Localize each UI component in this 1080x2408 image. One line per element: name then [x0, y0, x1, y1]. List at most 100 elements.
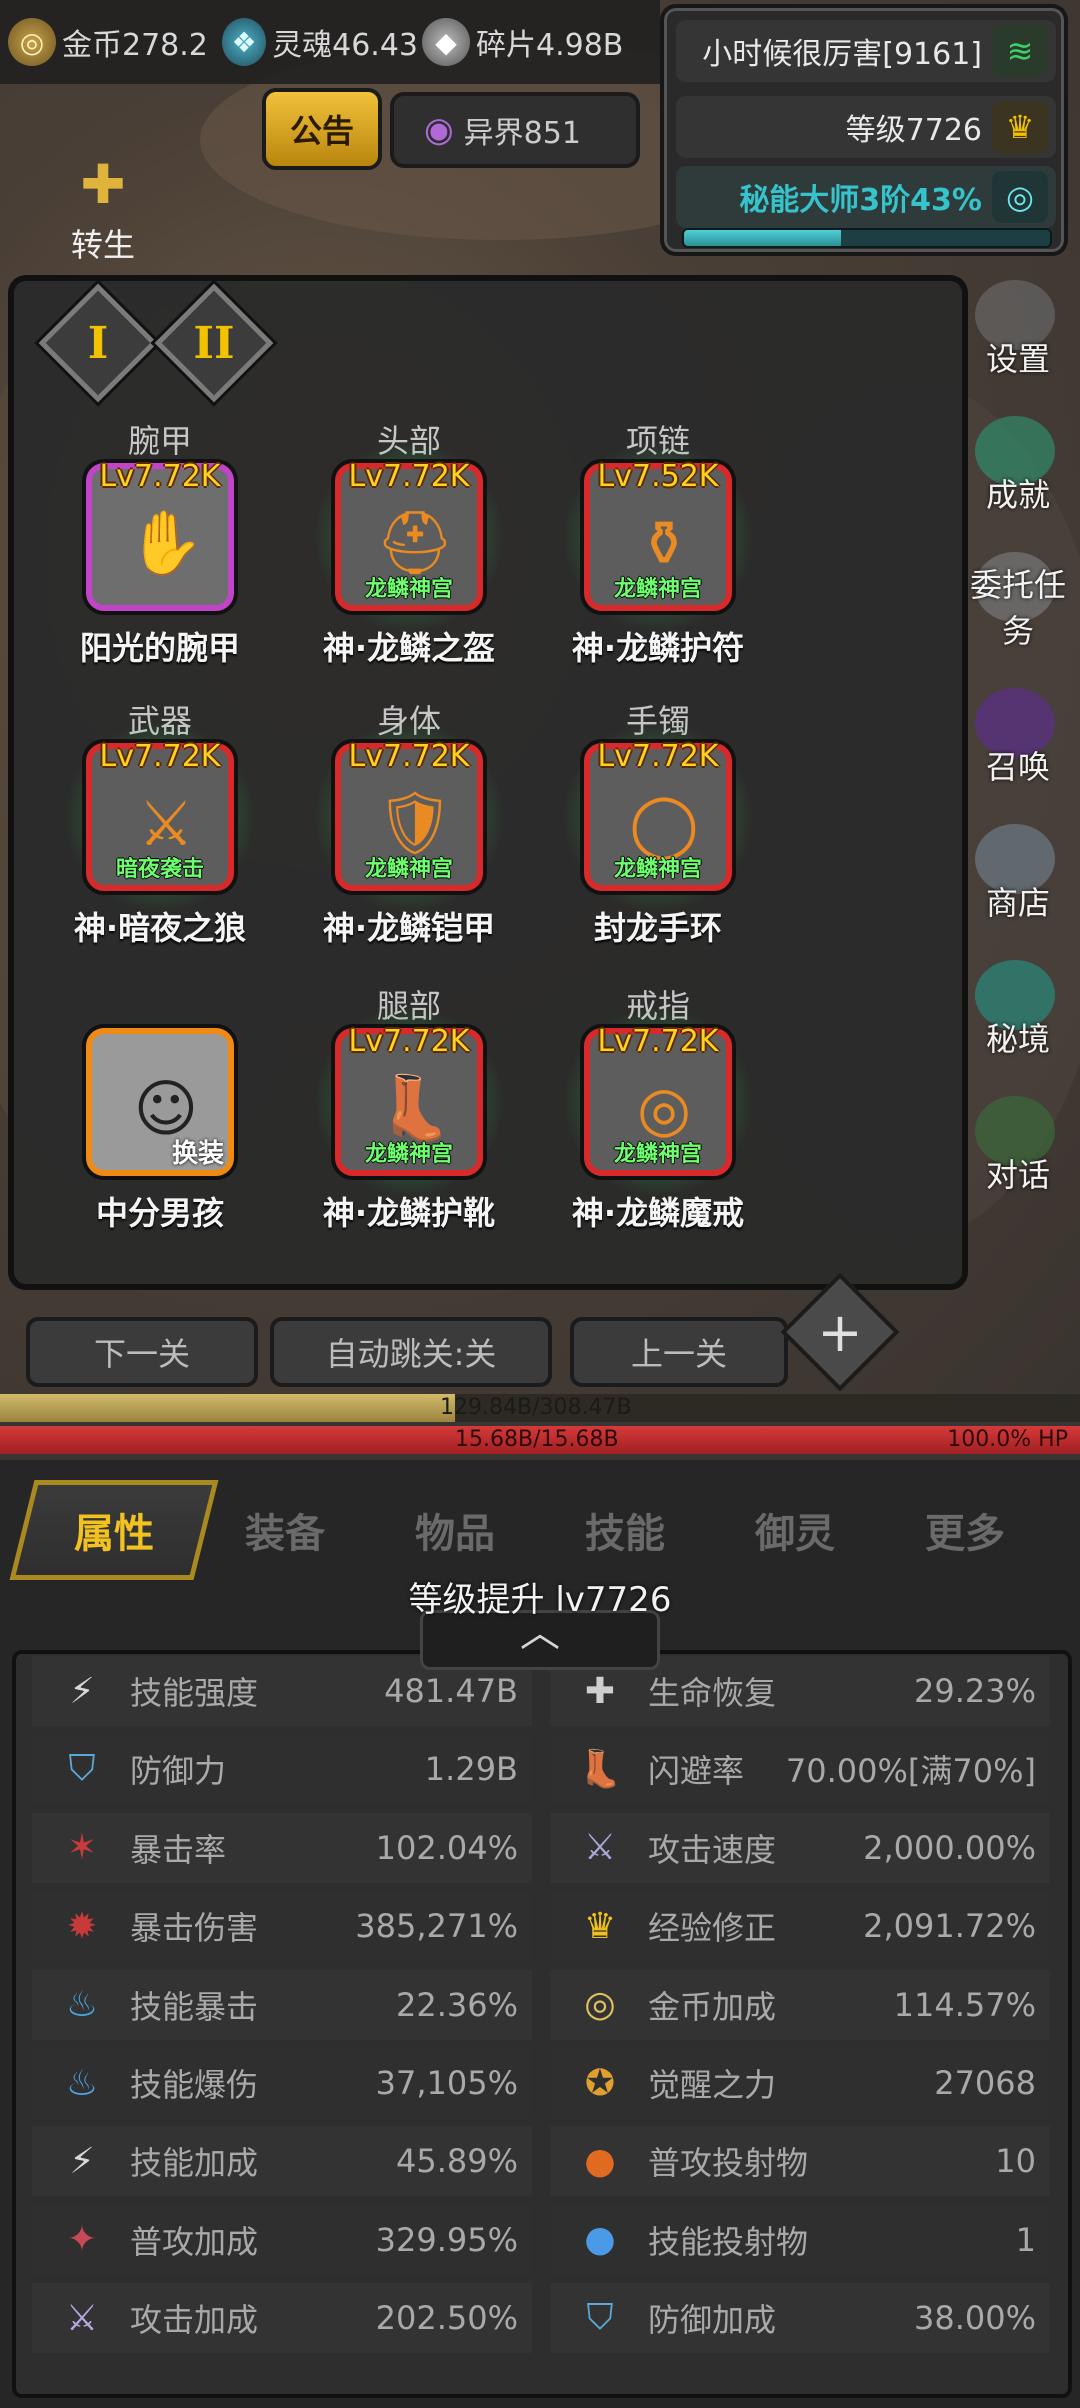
achievement-menu-item[interactable]: 成就	[955, 416, 1080, 516]
tab-more[interactable]: 更多	[880, 1480, 1050, 1580]
item-level: Lv7.72K	[597, 739, 719, 774]
fire-orb-icon: ●	[584, 2140, 616, 2182]
stat-row: ● 普攻投射物 10	[550, 2126, 1050, 2197]
page-tab-1[interactable]: I	[38, 283, 158, 403]
item-icon-box[interactable]: ⚱ Lv7.52K 龙鳞神宫	[562, 441, 754, 633]
stat-row: ⚔ 攻击速度 2,000.00%	[550, 1812, 1050, 1883]
item-icon-box[interactable]: 👢 Lv7.72K 龙鳞神宫	[313, 1006, 505, 1198]
item-set-tag: 龙鳞神宫	[364, 577, 453, 602]
item-icon-box[interactable]: ☺ 换装	[86, 1028, 234, 1176]
lightning-icon: ⚡	[69, 2140, 95, 2182]
coin-icon: ◎	[8, 18, 56, 66]
tab-equipment[interactable]: 装备	[200, 1480, 370, 1580]
stat-row: ✶ 暴击率 102.04%	[32, 1812, 532, 1883]
stat-label: 金币加成	[648, 1987, 777, 2026]
secret-realm-menu-item[interactable]: 秘境	[955, 960, 1080, 1060]
item-icon-box[interactable]: ◯ Lv7.72K 龙鳞神宫	[562, 721, 754, 913]
equipment-slot[interactable]: 腕甲 ✋ Lv7.72K 阳光的腕甲	[40, 419, 280, 669]
stat-label: 普攻加成	[130, 2222, 259, 2261]
stat-row: ♨ 技能爆伤 37,105%	[32, 2048, 532, 2118]
vortex-icon: ◎	[992, 171, 1048, 223]
equipment-slot[interactable]: 腿部👢Lv7.72K龙鳞神宫神·龙鳞护靴	[289, 984, 529, 1234]
stats-list: ⚡ 技能强度 481.47B ⛉ 防御力 1.29B ✶ 暴击率 102.04% ✹ 暴击伤害 385…	[12, 1650, 1072, 2398]
shard-icon: ◆	[422, 18, 470, 66]
settings-menu-item[interactable]: 设置	[955, 280, 1080, 380]
dialogue-menu-item[interactable]: 对话	[955, 1096, 1080, 1196]
swords-icon: ⚔	[583, 1827, 617, 1869]
stat-label: 普攻投射物	[648, 2144, 809, 2183]
equipment-slot[interactable]: 头部⛑Lv7.72K龙鳞神宫神·龙鳞之盔	[289, 419, 529, 669]
item-level: Lv7.52K	[597, 459, 719, 494]
quest-menu-item[interactable]: 委托任务	[955, 552, 1080, 652]
notice-button[interactable]: 公告	[262, 88, 382, 170]
soul-icon: ❖	[222, 18, 267, 66]
item-icon-box[interactable]: ⛑ Lv7.72K 龙鳞神宫	[313, 441, 505, 633]
item-icon-box[interactable]: ⚔ Lv7.72K 暗夜袭击	[64, 721, 256, 913]
stat-row: ✦ 普攻加成 329.95%	[32, 2204, 532, 2275]
character-panel: 属性 装备 物品 技能 御灵 更多 ⚡ 技能强度 481.47B ⛉ 防御力 1.29B ✶…	[0, 1460, 1080, 2408]
gold-counter: ◎ 金币278.2	[8, 12, 218, 72]
level-row[interactable]: 等级7726 ♛	[676, 96, 1056, 158]
mastery-progress-bar	[682, 228, 1052, 248]
equipment-slot[interactable]: 身体🛡Lv7.72K龙鳞神宫神·龙鳞铠甲	[289, 699, 529, 949]
equipment-slot[interactable]: 手镯◯Lv7.72K龙鳞神宫封龙手环	[538, 699, 778, 949]
swap-outfit-label: 换装	[171, 1139, 224, 1169]
equipment-slot[interactable]: 项链⚱Lv7.52K龙鳞神宫神·龙鳞护符	[538, 419, 778, 669]
stat-row: ⚡ 技能加成 45.89%	[32, 2126, 532, 2197]
tab-attributes[interactable]: 属性	[9, 1480, 219, 1580]
stat-value: 1.29B	[424, 1750, 518, 1789]
item-set-tag: 龙鳞神宫	[364, 857, 453, 882]
stat-value: 1	[1015, 2220, 1036, 2259]
page-tab-2[interactable]: II	[154, 283, 274, 403]
star-badge-icon: ✪	[584, 2062, 616, 2104]
item-level: Lv7.72K	[348, 739, 470, 774]
shop-menu-item[interactable]: 商店	[955, 824, 1080, 924]
stat-row: ● 技能投射物 1	[550, 2204, 1050, 2275]
stat-row: ♨ 技能暴击 22.36%	[32, 1969, 532, 2040]
next-stage-button[interactable]: 下一关	[26, 1317, 258, 1387]
stat-value: 385,271%	[355, 1907, 518, 1946]
stat-row: ♛ 经验修正 2,091.72%	[550, 1891, 1050, 1962]
item-icon-box[interactable]: ✋ Lv7.72K	[86, 459, 234, 611]
equipment-slot[interactable]: ☺ 换装 中分男孩	[40, 984, 280, 1234]
lightning-icon: ⚡	[69, 1670, 95, 1712]
stat-label: 经验修正	[648, 1909, 777, 1948]
slot-category: 腕甲	[127, 422, 192, 460]
stat-value: 481.47B	[384, 1672, 518, 1710]
rebirth-button[interactable]: ✚ 转生	[48, 150, 158, 264]
stat-row: ✹ 暴击伤害 385,271%	[32, 1891, 532, 1962]
tab-skills[interactable]: 技能	[540, 1480, 710, 1580]
stat-row: ⛉ 防御加成 38.00%	[550, 2283, 1050, 2354]
stat-value: 45.89%	[395, 2142, 518, 2181]
stat-value: 37,105%	[375, 2064, 518, 2102]
previous-stage-button[interactable]: 上一关	[570, 1317, 788, 1387]
stat-row: ⚔ 攻击加成 202.50%	[32, 2283, 532, 2354]
stat-value: 29.23%	[913, 1672, 1036, 1710]
item-icon-box[interactable]: 🛡 Lv7.72K 龙鳞神宫	[313, 721, 505, 913]
stat-label: 技能强度	[130, 1674, 259, 1712]
damage-row[interactable]: 小时候很厉害[9161] ≋	[676, 20, 1056, 82]
item-set-tag: 暗夜袭击	[115, 857, 204, 882]
item-level: Lv7.72K	[597, 1024, 719, 1059]
stat-value: 329.95%	[375, 2220, 518, 2259]
boot-icon: 👢	[577, 1749, 623, 1791]
equipment-slot[interactable]: 戒指◎Lv7.72K龙鳞神宫神·龙鳞魔戒	[538, 984, 778, 1234]
summon-menu-item[interactable]: 召唤	[955, 688, 1080, 788]
stat-value: 114.57%	[893, 1985, 1036, 2024]
auto-skip-toggle[interactable]: 自动跳关:关	[270, 1317, 552, 1387]
tab-spirits[interactable]: 御灵	[710, 1480, 880, 1580]
item-level: Lv7.72K	[99, 459, 221, 494]
stat-value: 2,000.00%	[863, 1828, 1036, 1867]
stat-label: 暴击率	[130, 1830, 227, 1869]
stat-label: 防御力	[130, 1752, 227, 1791]
otherworld-button[interactable]: ◉ 异界851	[390, 92, 640, 168]
item-icon-box[interactable]: ◎ Lv7.72K 龙鳞神宫	[562, 1006, 754, 1198]
tab-items[interactable]: 物品	[370, 1480, 540, 1580]
mastery-row[interactable]: 秘能大师3阶43% ◎	[676, 166, 1056, 228]
equipment-slot[interactable]: 武器⚔Lv7.72K暗夜袭击神·暗夜之狼	[40, 699, 280, 949]
equipment-modal: I II 腕甲✋Lv7.72K阳光的腕甲头部⛑Lv7.72K龙鳞神宫神·龙鳞之盔…	[8, 275, 968, 1290]
stat-label: 闪避率	[648, 1752, 745, 1791]
hp-bar: 15.68B/15.68B 100.0% HP	[0, 1426, 1080, 1454]
spiral-icon: ◉	[424, 110, 454, 150]
stat-label: 防御加成	[648, 2301, 777, 2340]
